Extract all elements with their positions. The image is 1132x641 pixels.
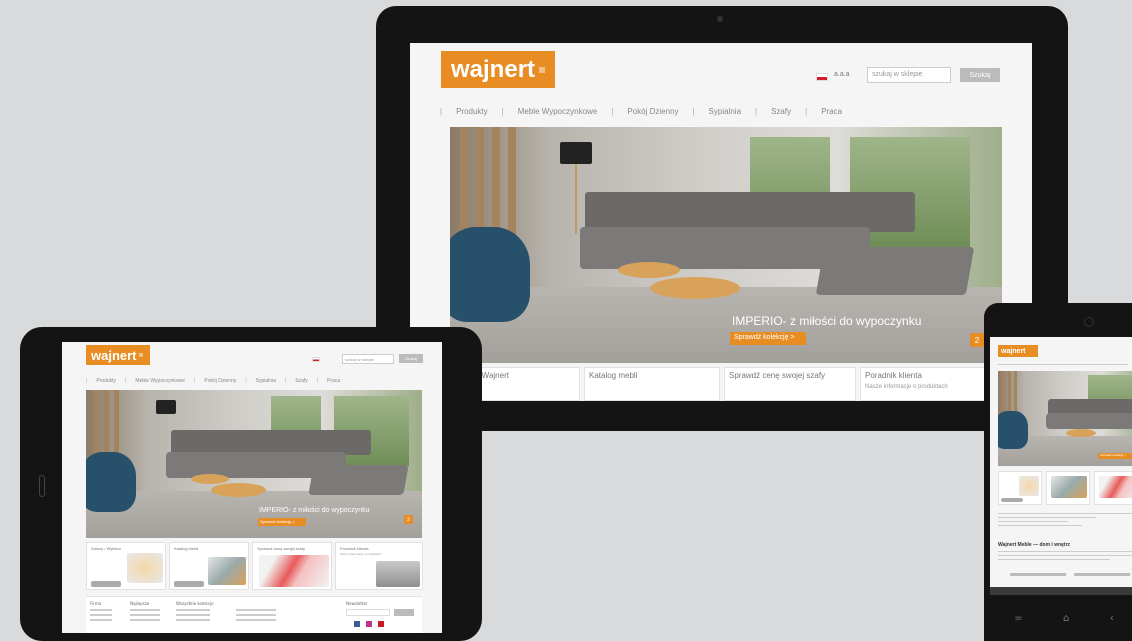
tile-description: Nasze informacje o produktach xyxy=(865,384,948,390)
tablet-device: wajnert szukaj w sklepie Szukaj | Produk… xyxy=(20,327,482,641)
search-input[interactable]: szukaj w sklepie xyxy=(867,67,951,83)
site-logo[interactable]: wajnert xyxy=(86,345,150,365)
phone-link[interactable] xyxy=(1010,573,1066,576)
site-logo[interactable]: wajnert xyxy=(441,51,555,88)
promo-tile-salony[interactable] xyxy=(998,471,1042,505)
footer-col-title: Wszystkie kolekcje xyxy=(176,601,214,606)
hero-cta-button[interactable]: Sprawdź kolekcję > xyxy=(730,332,806,345)
tile-title: Poradnik klienta xyxy=(865,371,922,380)
hero-caption: IMPERIO- z miłości do wypoczynku xyxy=(259,507,370,514)
youtube-icon[interactable] xyxy=(378,621,384,627)
nav-item[interactable]: Produkty xyxy=(96,378,116,384)
nav-item[interactable]: Sypialnia xyxy=(256,378,276,384)
menu-icon[interactable]: = xyxy=(1014,613,1022,624)
promo-tile-poradnik[interactable]: Poradnik klienta Nasze informacje o produ… xyxy=(860,367,1002,401)
slider-page-button[interactable]: 2 xyxy=(970,333,984,347)
home-icon[interactable]: ⌂ xyxy=(1063,613,1069,624)
android-nav-bar: = ⌂ ‹ xyxy=(994,609,1132,627)
phone-device: wajnert Sprawdź kolekcję > Wajnert Meble… xyxy=(984,303,1132,641)
promo-tile-katalog[interactable]: Katalog mebli xyxy=(169,542,249,590)
phone-cta-row xyxy=(1010,571,1130,577)
search-button[interactable]: Szukaj xyxy=(399,354,423,363)
phone-link[interactable] xyxy=(1074,573,1130,576)
site-logo[interactable]: wajnert xyxy=(998,345,1038,357)
tile-title: Sprawdź cenę swojej szafy xyxy=(257,546,306,551)
logo-text: wajnert xyxy=(1001,347,1026,355)
phone-footer-links xyxy=(998,513,1132,529)
back-icon[interactable]: ‹ xyxy=(1110,613,1114,624)
phone-heading: Wajnert Meble — dom i wnętrz xyxy=(998,542,1071,548)
nav-item[interactable]: Pokój Dzienny xyxy=(204,378,236,384)
hero-cta-button[interactable]: Sprawdź kolekcję > xyxy=(258,518,306,526)
laptop-screen: wajnert a.a.a szukaj w sklepie Szukaj | … xyxy=(410,43,1032,401)
facebook-icon[interactable] xyxy=(354,621,360,627)
tile-title: Salony / Wybierz xyxy=(91,546,121,551)
tile-title: Poradnik klienta xyxy=(340,546,369,551)
tile-description: Nasze informacje o produktach xyxy=(340,552,382,556)
tablet-screen: wajnert szukaj w sklepie Szukaj | Produk… xyxy=(62,342,442,633)
nav-item[interactable]: Praca xyxy=(327,378,340,384)
promo-tile-poradnik[interactable]: Poradnik klienta Nasze informacje o produ… xyxy=(335,542,423,590)
nav-item[interactable]: Sypialnia xyxy=(709,107,741,116)
phone-screen: wajnert Sprawdź kolekcję > Wajnert Meble… xyxy=(990,337,1132,595)
promo-tile-salony[interactable]: Salony / Wybierz xyxy=(86,542,166,590)
home-button-icon xyxy=(39,475,45,497)
promo-tile-cena-szafy[interactable]: Sprawdź cenę swojej szafy xyxy=(724,367,856,401)
newsletter-input[interactable] xyxy=(346,609,390,616)
nav-item[interactable]: Pokój Dzienny xyxy=(627,107,678,116)
hero-caption: IMPERIO- z miłości do wypoczynku xyxy=(732,314,922,328)
main-nav: | Produkty | Meble Wypoczynkowe | Pokój Dz… xyxy=(86,378,341,384)
tile-title: Katalog mebli xyxy=(589,371,638,380)
main-nav: | Produkty | Meble Wypoczynkowe | Pokój Dz… xyxy=(440,107,843,116)
instagram-icon[interactable] xyxy=(366,621,372,627)
text-size-label[interactable]: a.a.a xyxy=(834,71,850,78)
search-button[interactable]: Szukaj xyxy=(960,68,1000,82)
promo-tile-katalog[interactable] xyxy=(1046,471,1090,505)
hero-banner[interactable]: IMPERIO- z miłości do wypoczynku Sprawdź… xyxy=(86,390,422,538)
slider-page-button[interactable]: 2 xyxy=(404,515,413,524)
nav-item[interactable]: Meble Wypoczynkowe xyxy=(518,107,598,116)
phone-earpiece xyxy=(1084,317,1094,327)
promo-tile-katalog[interactable]: Katalog mebli xyxy=(584,367,720,401)
hero-banner[interactable]: IMPERIO- z miłości do wypoczynku Sprawdź… xyxy=(450,127,1002,363)
phone-nav xyxy=(998,364,1128,368)
nav-item[interactable]: Szafy xyxy=(771,107,791,116)
logo-text: wajnert xyxy=(451,55,536,83)
logo-text: wajnert xyxy=(91,347,137,363)
camera-dot xyxy=(717,16,723,22)
promo-tile-cena-szafy[interactable]: Sprawdź cenę swojej szafy xyxy=(252,542,332,590)
phone-bottom-bar xyxy=(990,587,1132,595)
newsletter-button[interactable] xyxy=(394,609,414,616)
nav-item[interactable]: Praca xyxy=(821,107,842,116)
phone-paragraph xyxy=(998,551,1132,563)
flag-pl-icon[interactable] xyxy=(816,73,828,81)
hero-cta-button[interactable]: Sprawdź kolekcję > xyxy=(1098,453,1132,459)
promo-tile-cena-szafy[interactable] xyxy=(1094,471,1132,505)
flag-pl-icon[interactable] xyxy=(312,357,320,362)
nav-item[interactable]: Meble Wypoczynkowe xyxy=(135,378,185,384)
search-input[interactable]: szukaj w sklepie xyxy=(342,354,394,364)
hero-banner[interactable]: Sprawdź kolekcję > xyxy=(998,371,1132,466)
tile-title: Katalog mebli xyxy=(174,546,199,551)
tablet-footer: Firma Najlepsze Wszystkie kolekcje Newsl… xyxy=(86,596,422,633)
nav-item[interactable]: Produkty xyxy=(456,107,488,116)
newsletter-title: Newsletter xyxy=(346,601,368,606)
footer-col-title: Najlepsze xyxy=(130,601,150,606)
tile-title: Sprawdź cenę swojej szafy xyxy=(729,371,826,380)
footer-col-title: Firma xyxy=(90,601,102,606)
nav-item[interactable]: Szafy xyxy=(295,378,308,384)
social-icons xyxy=(354,621,384,627)
